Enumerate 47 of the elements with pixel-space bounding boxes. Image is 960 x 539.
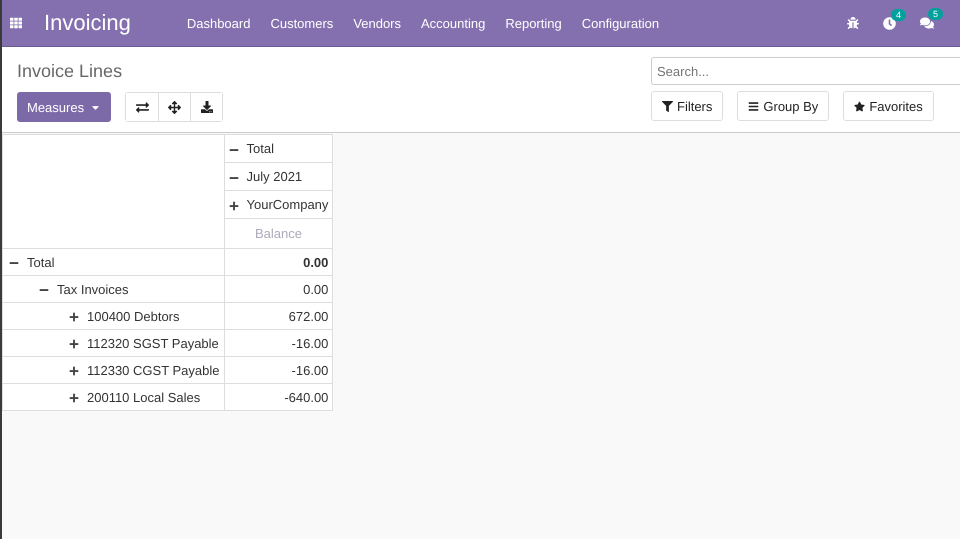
- chat-icon[interactable]: [920, 16, 934, 30]
- value-cell: 0.00: [224, 276, 333, 302]
- plus-icon[interactable]: [228, 200, 238, 211]
- menu-item[interactable]: Reporting: [495, 16, 572, 30]
- page-title: Invoice Lines: [17, 60, 124, 82]
- plus-icon[interactable]: [69, 366, 79, 376]
- menu-item[interactable]: Vendors: [343, 16, 412, 30]
- menu-item[interactable]: Configuration: [572, 16, 670, 30]
- plus-icon[interactable]: [69, 312, 79, 322]
- row-header[interactable]: 112320 SGST Payable: [2, 330, 224, 356]
- search-option-button[interactable]: Group By: [737, 91, 830, 121]
- column-header[interactable]: YourCompany: [224, 190, 333, 218]
- app-name[interactable]: Invoicing: [44, 10, 131, 36]
- row-header[interactable]: Tax Invoices: [2, 276, 224, 302]
- plus-icon[interactable]: [69, 393, 79, 404]
- clock-icon[interactable]: [883, 16, 896, 30]
- value-cell: -16.00: [224, 356, 333, 384]
- menu-item[interactable]: Customers: [260, 16, 344, 30]
- apps-menu-icon[interactable]: [10, 17, 22, 29]
- value-cell: 0.00: [224, 248, 333, 276]
- row-header[interactable]: 200110 Local Sales: [2, 384, 224, 410]
- download-button[interactable]: [190, 93, 222, 121]
- plus-icon[interactable]: [69, 339, 79, 350]
- column-header[interactable]: July 2021: [224, 162, 333, 190]
- swap-arrows-icon: [136, 100, 149, 114]
- download-icon: [200, 101, 213, 113]
- row-header[interactable]: 112330 CGST Payable: [2, 356, 224, 384]
- menu-item[interactable]: Dashboard: [176, 16, 260, 30]
- bug-icon[interactable]: [847, 17, 859, 29]
- measure-header: Balance: [224, 218, 333, 248]
- row-header[interactable]: 100400 Debtors: [2, 302, 224, 330]
- activity-count-badge: 4: [891, 8, 906, 20]
- value-cell: -16.00: [224, 330, 333, 356]
- search-option-button[interactable]: Filters: [651, 91, 724, 121]
- filter-icon: [662, 100, 673, 112]
- list-icon: [748, 100, 760, 112]
- star-icon: [854, 100, 866, 112]
- value-cell: 672.00: [224, 302, 333, 330]
- search-option-button[interactable]: Favorites: [843, 91, 934, 121]
- move-arrows-icon: [168, 100, 182, 114]
- column-header[interactable]: Total: [224, 134, 333, 162]
- search-field[interactable]: Search...: [651, 57, 960, 85]
- message-count-badge: 5: [928, 8, 944, 20]
- menu-item[interactable]: Accounting: [411, 16, 496, 30]
- value-cell: -640.00: [224, 384, 333, 410]
- row-header[interactable]: Total: [2, 248, 224, 276]
- measures-button[interactable]: Measures: [17, 92, 112, 122]
